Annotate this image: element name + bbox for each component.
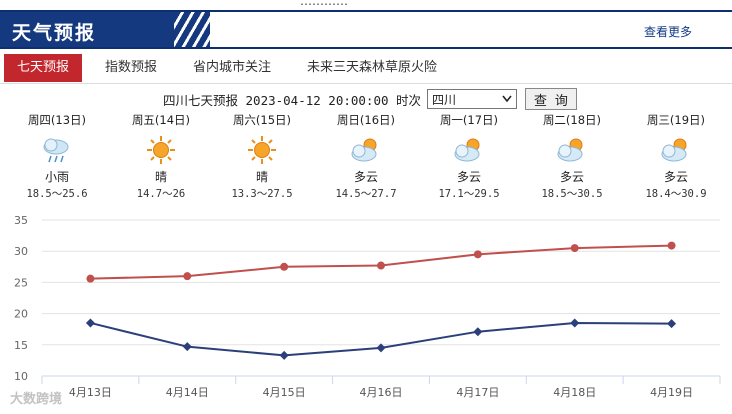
view-more-link[interactable]: 查看更多	[644, 23, 692, 40]
data-point	[473, 250, 482, 259]
weather-text: 晴	[154, 170, 167, 184]
x-tick-label: 4月18日	[553, 386, 596, 398]
day-card: 周日(16日) 多云 14.5～27.7	[316, 112, 416, 201]
day-card: 周二(18日) 多云 18.5～30.5	[522, 112, 622, 201]
temp-range: 18.5～30.5	[541, 188, 603, 200]
temp-range: 18.4～30.9	[645, 188, 707, 200]
temp-range: 14.5～27.7	[335, 188, 397, 200]
x-tick-label: 4月19日	[650, 386, 693, 398]
weather-text: 多云	[663, 170, 688, 184]
day-card: 周三(19日) 多云 18.4～30.9	[626, 112, 726, 201]
cloudy-icon	[658, 134, 694, 166]
temp-range: 13.3～27.5	[231, 188, 293, 200]
data-point	[473, 327, 483, 337]
weather-text: 多云	[456, 170, 481, 184]
day-name: 周二(18日)	[542, 113, 602, 127]
cloudy-icon	[554, 134, 590, 166]
data-point	[570, 318, 580, 328]
watermark-text: 大数跨境	[10, 392, 63, 407]
cloudy-icon	[348, 134, 384, 166]
day-card: 周四(13日) 小雨 18.5～25.6	[7, 112, 107, 201]
city-select-value: 四川	[432, 92, 457, 107]
day-card: 周五(14日) 晴 14.7～26	[111, 112, 211, 201]
y-tick-label: 15	[14, 339, 28, 352]
forecast-header: 四川七天预报 2023-04-12 20:00:00 时次 四川 查 询	[163, 88, 577, 110]
weather-text: 多云	[559, 170, 584, 184]
page-title: 天气预报	[12, 22, 97, 44]
day-name: 周四(13日)	[27, 113, 87, 127]
temperature-chart: 10 15 20 25 30 35 4月13日 4月14日 4月15日 4月16日 4月17日 4月1…	[14, 214, 721, 398]
tabs-divider	[0, 83, 732, 84]
title-bar: 天气预报	[0, 12, 210, 48]
data-point	[667, 241, 676, 250]
y-tick-label: 30	[14, 245, 28, 258]
x-tick-label: 4月17日	[456, 386, 499, 398]
weather-text: 小雨	[44, 170, 69, 184]
query-button[interactable]: 查 询	[525, 88, 577, 110]
data-point	[570, 244, 579, 253]
temp-range: 14.7～26	[136, 188, 186, 200]
data-point	[183, 272, 192, 281]
header-underline	[0, 47, 732, 49]
rain-icon	[39, 134, 75, 166]
data-point	[667, 319, 677, 329]
sun-icon	[244, 134, 280, 166]
y-tick-label: 25	[14, 276, 28, 289]
city-select[interactable]: 四川	[427, 89, 518, 109]
top-fragment-text: …………	[300, 0, 348, 8]
y-tick-label: 10	[14, 370, 28, 383]
x-tick-label: 4月15日	[263, 386, 306, 398]
weather-text: 多云	[353, 170, 378, 184]
weather-text: 晴	[255, 170, 268, 184]
x-tick-label: 4月13日	[69, 386, 112, 398]
tab-seven-day[interactable]: 七天预报	[4, 54, 83, 82]
data-point	[182, 342, 192, 352]
data-point	[86, 274, 95, 283]
temp-range: 18.5～25.6	[26, 188, 88, 200]
day-name: 周六(15日)	[232, 113, 292, 127]
forecast-tabs: 七天预报 指数预报 省内城市关注 未来三天森林草原火险	[4, 54, 460, 84]
data-point	[279, 350, 289, 360]
y-tick-label: 35	[14, 214, 28, 227]
y-tick-label: 20	[14, 308, 28, 321]
day-name: 周一(17日)	[439, 113, 499, 127]
day-name: 周五(14日)	[131, 113, 191, 127]
forecast-header-label: 四川七天预报 2023-04-12 20:00:00 时次	[163, 92, 422, 108]
temp-range: 17.1～29.5	[438, 188, 500, 200]
sun-icon	[143, 134, 179, 166]
data-point	[85, 318, 95, 328]
chevron-down-icon	[502, 95, 512, 103]
tab-province-cities[interactable]: 省内城市关注	[180, 54, 284, 82]
tab-index[interactable]: 指数预报	[92, 54, 170, 82]
data-point	[377, 261, 385, 270]
day-name: 周三(19日)	[646, 113, 706, 127]
title-stripes-decoration	[174, 12, 210, 48]
x-tick-label: 4月14日	[166, 386, 209, 398]
day-card: 周一(17日) 多云 17.1～29.5	[419, 112, 519, 201]
day-card: 周六(15日) 晴 13.3～27.5	[212, 112, 312, 201]
day-name: 周日(16日)	[336, 113, 396, 127]
tab-fire-risk[interactable]: 未来三天森林草原火险	[294, 54, 450, 82]
cloudy-icon	[451, 134, 487, 166]
seven-day-forecast: 周四(13日) 小雨 18.5～25.6 周五(14日) 晴 14.7～26 周…	[0, 112, 732, 212]
x-tick-label: 4月16日	[360, 386, 403, 398]
data-point	[280, 262, 289, 271]
